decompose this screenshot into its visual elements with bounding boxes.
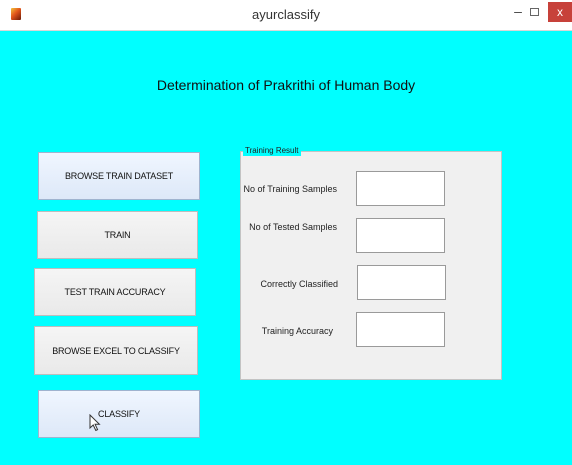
- train-button[interactable]: TRAIN: [37, 211, 198, 259]
- correctly-classified-field: [357, 265, 446, 300]
- mouse-pointer-icon: [89, 414, 101, 432]
- window-titlebar: ayurclassify – x: [0, 0, 572, 31]
- correctly-classified-label: Correctly Classified: [260, 279, 338, 289]
- minimize-button[interactable]: –: [511, 3, 525, 19]
- no-of-training-samples-field: [356, 171, 445, 206]
- training-accuracy-field: [356, 312, 445, 347]
- no-of-training-samples-label: No of Training Samples: [243, 184, 337, 194]
- page-title: Determination of Prakrithi of Human Body: [156, 77, 416, 93]
- no-of-tested-samples-label: No of Tested Samples: [249, 222, 337, 232]
- test-train-accuracy-button[interactable]: TEST TRAIN ACCURACY: [34, 268, 196, 316]
- no-of-tested-samples-field: [356, 218, 445, 253]
- browse-train-dataset-button[interactable]: BROWSE TRAIN DATASET: [38, 152, 200, 200]
- close-button[interactable]: x: [548, 2, 572, 22]
- training-result-title: Training Result: [243, 145, 301, 156]
- maximize-button[interactable]: [530, 8, 539, 16]
- classify-button[interactable]: CLASSIFY: [38, 390, 200, 438]
- training-accuracy-label: Training Accuracy: [261, 326, 333, 336]
- browse-excel-to-classify-button[interactable]: BROWSE EXCEL TO CLASSIFY: [34, 326, 198, 375]
- window-title: ayurclassify: [252, 7, 320, 22]
